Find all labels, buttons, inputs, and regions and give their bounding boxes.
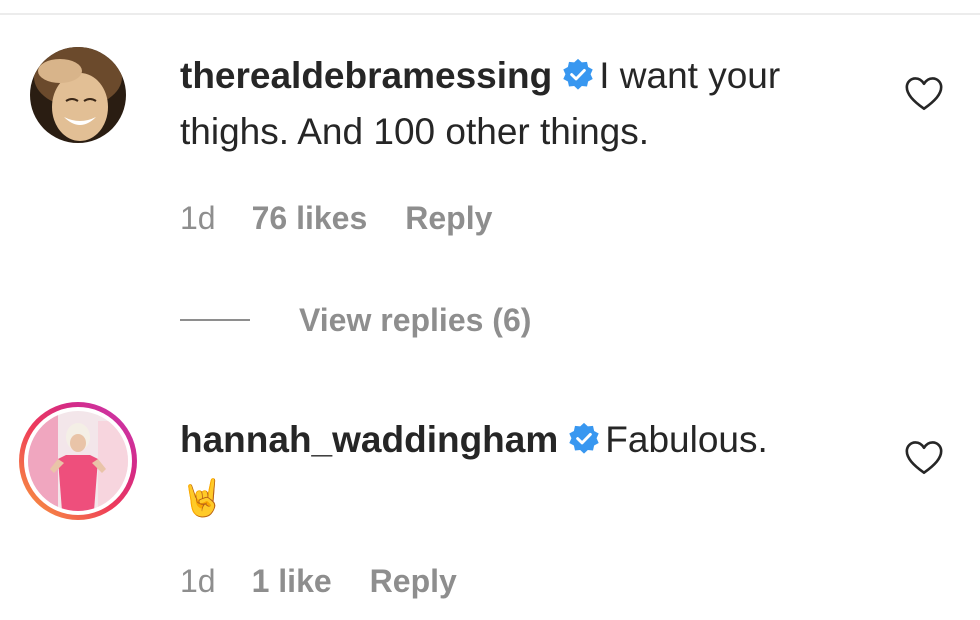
like-heart-icon[interactable] xyxy=(904,440,944,476)
like-heart-icon[interactable] xyxy=(904,76,944,112)
comment-body: hannah_waddingham Fabulous. 🤘 xyxy=(180,412,870,524)
avatar-story-ring[interactable] xyxy=(19,402,137,520)
top-divider xyxy=(0,13,980,15)
comment-meta: 1d 1 like Reply xyxy=(180,561,457,601)
avatar xyxy=(28,411,128,511)
verified-badge-icon xyxy=(569,422,599,454)
likes-count-button[interactable]: 1 like xyxy=(252,561,332,601)
comment-text: Fabulous. xyxy=(605,419,768,460)
comment-meta: 1d 76 likes Reply xyxy=(180,198,492,238)
comment-body: therealdebramessing I want your thighs. … xyxy=(180,48,870,160)
comment-timestamp: 1d xyxy=(180,563,216,599)
reply-button[interactable]: Reply xyxy=(405,198,492,238)
verified-badge-icon xyxy=(563,58,593,90)
reply-button[interactable]: Reply xyxy=(370,561,457,601)
comment-username[interactable]: hannah_waddingham xyxy=(180,419,558,460)
rock-on-hand-emoji-icon: 🤘 xyxy=(180,478,225,519)
avatar-link[interactable] xyxy=(30,47,126,143)
view-replies-dash xyxy=(180,319,250,321)
view-replies-label: View replies (6) xyxy=(299,302,532,338)
likes-count-button[interactable]: 76 likes xyxy=(252,198,368,238)
avatar xyxy=(30,47,126,143)
comment-timestamp: 1d xyxy=(180,200,216,236)
comment-username[interactable]: therealdebramessing xyxy=(180,55,552,96)
